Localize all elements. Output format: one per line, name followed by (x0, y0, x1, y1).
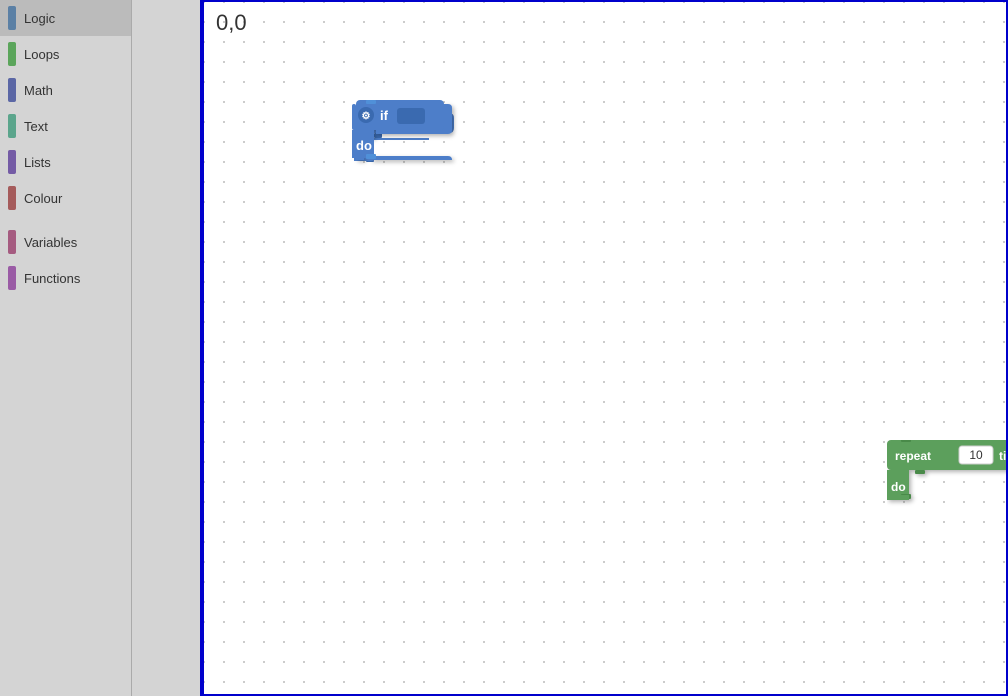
loops-color-indicator (8, 42, 16, 66)
workspace-coordinates: 0,0 (216, 10, 247, 36)
toolbox-panel (132, 0, 202, 696)
text-color-indicator (8, 114, 16, 138)
sidebar-item-functions[interactable]: Functions (0, 260, 131, 296)
sidebar-label-lists: Lists (24, 155, 51, 170)
lists-color-indicator (8, 150, 16, 174)
svg-text:repeat: repeat (895, 449, 931, 463)
repeat-block-canvas[interactable]: repeat 10 times do (887, 440, 1008, 512)
colour-color-indicator (8, 186, 16, 210)
svg-text:times: times (999, 449, 1008, 463)
sidebar: Logic Loops Math Text Lists Colour Varia… (0, 0, 132, 696)
sidebar-label-variables: Variables (24, 235, 77, 250)
sidebar-item-colour[interactable]: Colour (0, 180, 131, 216)
logic-color-indicator (8, 6, 16, 30)
sidebar-item-loops[interactable]: Loops (0, 36, 131, 72)
if-block-canvas[interactable]: ⚙ if do (352, 100, 462, 185)
svg-text:10: 10 (969, 448, 983, 462)
svg-text:if: if (380, 108, 389, 123)
sidebar-label-text: Text (24, 119, 48, 134)
sidebar-label-math: Math (24, 83, 53, 98)
sidebar-item-text[interactable]: Text (0, 108, 131, 144)
math-color-indicator (8, 78, 16, 102)
svg-text:⚙: ⚙ (362, 111, 371, 122)
sidebar-label-logic: Logic (24, 11, 55, 26)
svg-text:do: do (891, 480, 906, 494)
sidebar-item-variables[interactable]: Variables (0, 224, 131, 260)
variables-color-indicator (8, 230, 16, 254)
sidebar-item-lists[interactable]: Lists (0, 144, 131, 180)
workspace[interactable]: 0,0 ⚙ if do (202, 0, 1008, 696)
sidebar-label-loops: Loops (24, 47, 59, 62)
sidebar-item-math[interactable]: Math (0, 72, 131, 108)
functions-color-indicator (8, 266, 16, 290)
svg-text:do: do (356, 138, 372, 153)
sidebar-label-colour: Colour (24, 191, 62, 206)
right-area: 0,0 ⚙ if do (132, 0, 1008, 696)
sidebar-item-logic[interactable]: Logic (0, 0, 131, 36)
sidebar-label-functions: Functions (24, 271, 80, 286)
